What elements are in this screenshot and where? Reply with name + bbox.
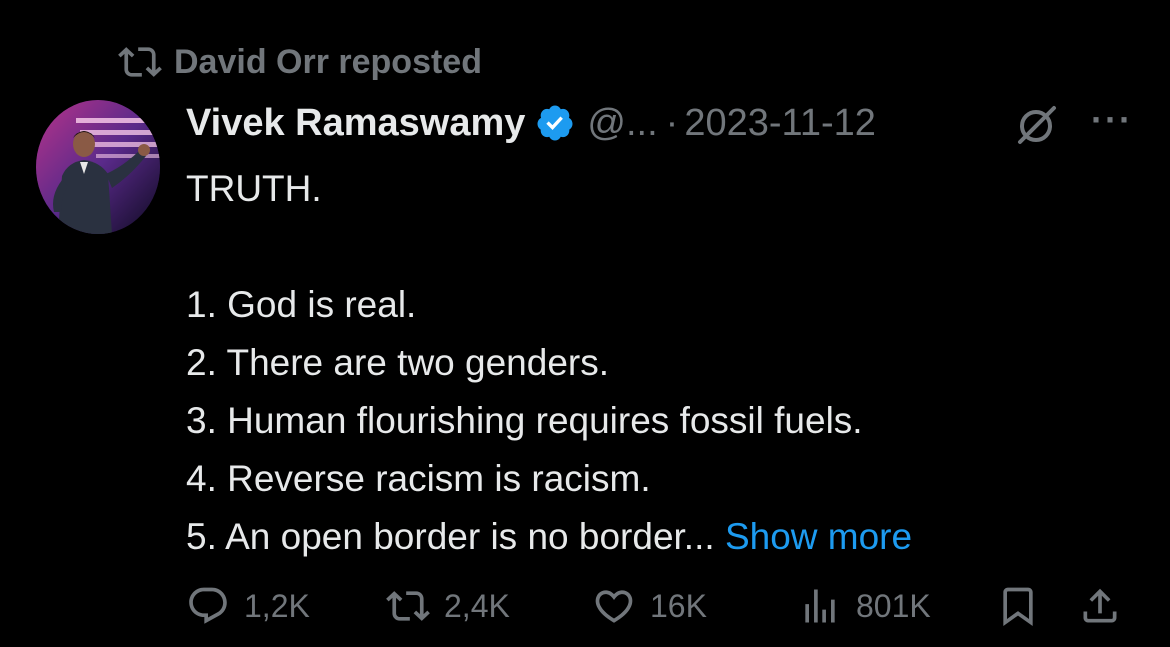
- share-icon: [1083, 588, 1117, 623]
- reply-icon: [189, 587, 227, 624]
- post-date[interactable]: 2023-11-12: [684, 102, 876, 145]
- repost-button[interactable]: 2,4K: [386, 580, 510, 632]
- post-header: Vivek Ramaswamy @... · 2023-11-12: [186, 98, 876, 148]
- views-count: 801K: [856, 587, 931, 624]
- repost-icon: [118, 47, 162, 77]
- grok-icon[interactable]: [1014, 102, 1060, 148]
- reply-count: 1,2K: [244, 587, 310, 624]
- action-bar: 1,2K 2,4K 16K 801K: [186, 580, 1146, 632]
- like-count: 16K: [650, 587, 707, 624]
- author-avatar[interactable]: [36, 100, 160, 234]
- heart-icon: [595, 590, 633, 623]
- show-more-link[interactable]: Show more: [725, 516, 912, 557]
- repost-icon: [386, 591, 430, 621]
- list-item: 1. God is real.: [186, 284, 417, 325]
- views-button[interactable]: 801K: [798, 580, 931, 632]
- list-item: 2. There are two genders.: [186, 342, 610, 383]
- list-item-last: 5. An open border is no border... Show m…: [186, 508, 1146, 566]
- post-heading: TRUTH.: [186, 168, 322, 209]
- list-item: 3. Human flourishing requires fossil fue…: [186, 400, 863, 441]
- avatar-photo: [36, 100, 160, 234]
- separator-dot: ·: [665, 101, 679, 144]
- repost-text: David Orr reposted: [174, 42, 482, 81]
- post-text[interactable]: TRUTH. 1. God is real. 2. There are two …: [186, 160, 1146, 566]
- repost-count: 2,4K: [444, 587, 510, 624]
- more-options-button[interactable]: ···: [1082, 100, 1142, 146]
- author-handle[interactable]: @...: [587, 102, 657, 145]
- analytics-icon: [805, 589, 835, 623]
- share-button[interactable]: [1078, 580, 1122, 632]
- verified-badge-icon[interactable]: [535, 103, 575, 143]
- like-button[interactable]: 16K: [592, 580, 707, 632]
- author-name[interactable]: Vivek Ramaswamy: [186, 102, 525, 145]
- bookmark-icon: [1003, 587, 1033, 627]
- list-item: 4. Reverse racism is racism.: [186, 458, 651, 499]
- list-item: 5. An open border is no border...: [186, 516, 715, 557]
- reply-button[interactable]: 1,2K: [186, 580, 310, 632]
- repost-indicator[interactable]: David Orr reposted: [118, 40, 482, 84]
- bookmark-button[interactable]: [996, 580, 1040, 632]
